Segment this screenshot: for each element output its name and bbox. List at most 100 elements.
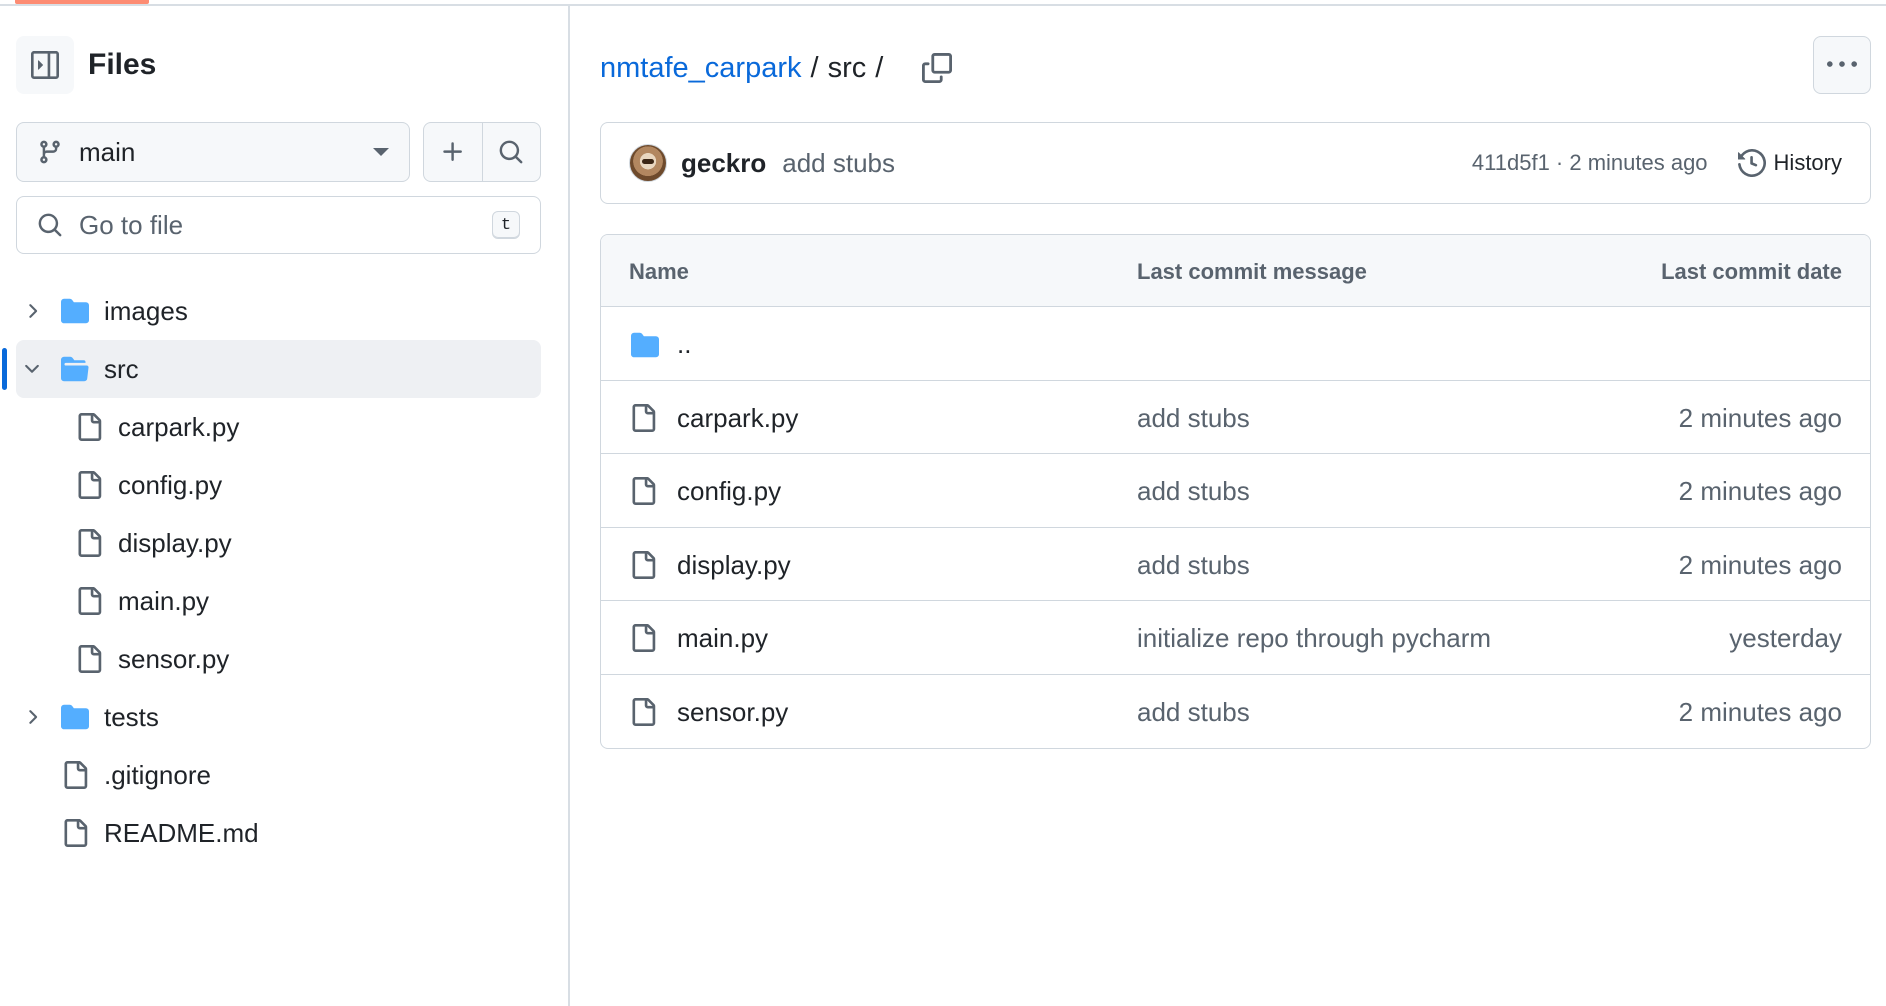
history-icon xyxy=(1737,149,1766,177)
table-row: display.py add stubs 2 minutes ago xyxy=(601,528,1870,601)
chevron-down-icon[interactable] xyxy=(20,357,44,381)
folder-icon xyxy=(60,297,90,325)
commit-hash-and-time[interactable]: 411d5f1 · 2 minutes ago xyxy=(1472,150,1708,176)
breadcrumb: nmtafe_carpark / src / xyxy=(600,48,953,88)
breadcrumb-current-dir: src xyxy=(827,51,867,84)
tree-item-label: carpark.py xyxy=(118,412,240,442)
tree-item-label: tests xyxy=(104,702,159,732)
tree-item-carpark-py[interactable]: carpark.py xyxy=(0,398,570,456)
file-icon xyxy=(629,550,657,580)
column-header-date: Last commit date xyxy=(1661,259,1842,284)
file-tree: images src carpark.py config.py display.… xyxy=(0,282,570,862)
history-button[interactable]: History xyxy=(1737,149,1842,177)
kebab-horizontal-icon xyxy=(1827,61,1857,67)
commit-date: 2 minutes ago xyxy=(1678,696,1842,727)
directory-listing: Name Last commit message Last commit dat… xyxy=(600,234,1871,749)
file-icon xyxy=(75,528,103,558)
file-icon xyxy=(629,476,657,506)
sidebar-title: Files xyxy=(88,48,157,81)
file-icon xyxy=(629,403,657,433)
file-icon xyxy=(75,586,103,616)
commit-message-link[interactable]: add stubs xyxy=(1137,476,1250,507)
folder-icon xyxy=(629,331,661,359)
file-icon xyxy=(61,760,89,790)
tree-item-label: config.py xyxy=(118,470,223,500)
tree-item-label: display.py xyxy=(118,528,232,558)
tree-item-readme-md[interactable]: README.md xyxy=(0,804,570,862)
sidebar-collapse-icon xyxy=(31,51,59,79)
tree-item-config-py[interactable]: config.py xyxy=(0,456,570,514)
history-label: History xyxy=(1773,150,1842,175)
column-header-message: Last commit message xyxy=(1137,259,1367,284)
file-tree-sidebar: Files main t xyxy=(0,6,570,1006)
search-icon xyxy=(38,213,62,237)
file-icon xyxy=(75,470,103,500)
column-header-name: Name xyxy=(629,259,689,284)
sidebar-header: Files xyxy=(16,36,156,94)
tree-item-label: main.py xyxy=(118,586,210,616)
branch-selector[interactable]: main xyxy=(16,122,410,182)
breadcrumb-separator: / xyxy=(810,51,819,84)
avatar[interactable] xyxy=(629,144,667,182)
add-file-button[interactable] xyxy=(424,123,482,181)
commit-date: 2 minutes ago xyxy=(1678,402,1842,433)
commit-date: 2 minutes ago xyxy=(1678,549,1842,580)
tree-item-sensor-py[interactable]: sensor.py xyxy=(0,630,570,688)
folder-open-icon xyxy=(60,355,90,383)
tree-item-main-py[interactable]: main.py xyxy=(0,572,570,630)
selected-indicator xyxy=(2,348,7,390)
breadcrumb-repo-link[interactable]: nmtafe_carpark xyxy=(600,52,802,85)
table-header: Name Last commit message Last commit dat… xyxy=(601,235,1870,307)
copy-path-button[interactable] xyxy=(922,53,953,83)
commit-message-link[interactable]: initialize repo through pycharm xyxy=(1137,623,1491,654)
collapse-sidebar-button[interactable] xyxy=(16,36,74,94)
tree-item-src[interactable]: src xyxy=(2,340,541,398)
file-icon xyxy=(75,412,103,442)
keyboard-shortcut-hint: t xyxy=(492,211,520,239)
tree-item-label: .gitignore xyxy=(104,760,211,790)
branch-name: main xyxy=(79,136,136,167)
file-name-link[interactable]: config.py xyxy=(677,476,781,507)
tree-item-images[interactable]: images xyxy=(0,282,570,340)
tree-item-label: images xyxy=(104,296,188,326)
git-branch-icon xyxy=(40,140,60,164)
go-to-file-field[interactable]: t xyxy=(16,196,541,254)
copy-icon xyxy=(922,53,953,83)
tree-item-label: src xyxy=(104,354,139,384)
file-icon xyxy=(75,644,103,674)
table-row: carpark.py add stubs 2 minutes ago xyxy=(601,381,1870,454)
folder-icon xyxy=(60,703,90,731)
sidebar-action-group xyxy=(423,122,541,182)
chevron-right-icon[interactable] xyxy=(20,299,44,323)
file-name-link[interactable]: carpark.py xyxy=(677,403,798,434)
commit-date: 2 minutes ago xyxy=(1678,476,1842,506)
commit-message-link[interactable]: add stubs xyxy=(1137,403,1250,434)
search-icon xyxy=(499,140,523,164)
more-options-button[interactable] xyxy=(1813,36,1871,94)
file-name-link[interactable]: sensor.py xyxy=(677,697,788,728)
search-files-button[interactable] xyxy=(481,123,541,181)
tree-item-label: sensor.py xyxy=(118,644,230,674)
file-name-link[interactable]: display.py xyxy=(677,550,791,581)
file-name-link[interactable]: main.py xyxy=(677,623,768,654)
go-to-file-input[interactable] xyxy=(79,209,492,241)
latest-commit-bar: geckro add stubs 411d5f1 · 2 minutes ago… xyxy=(600,122,1871,204)
plus-icon xyxy=(443,142,462,161)
parent-directory-row[interactable]: .. xyxy=(601,307,1870,381)
commit-message-link[interactable]: add stubs xyxy=(1137,550,1250,581)
table-row: sensor.py add stubs 2 minutes ago xyxy=(601,675,1870,749)
commit-message-link[interactable]: add stubs xyxy=(1137,697,1250,728)
parent-directory-link[interactable]: .. xyxy=(677,329,691,360)
chevron-right-icon[interactable] xyxy=(20,705,44,729)
tree-item-label: README.md xyxy=(104,818,259,848)
commit-message-link[interactable]: add stubs xyxy=(782,148,895,179)
tree-item-gitignore[interactable]: .gitignore xyxy=(0,746,570,804)
table-row: main.py initialize repo through pycharm … xyxy=(601,601,1870,675)
table-row: config.py add stubs 2 minutes ago xyxy=(601,454,1870,528)
tree-item-tests[interactable]: tests xyxy=(0,688,570,746)
tree-item-display-py[interactable]: display.py xyxy=(0,514,570,572)
commit-author-link[interactable]: geckro xyxy=(681,148,766,179)
commit-date: yesterday xyxy=(1729,623,1842,653)
file-icon xyxy=(629,623,657,653)
chevron-down-icon xyxy=(373,148,389,156)
